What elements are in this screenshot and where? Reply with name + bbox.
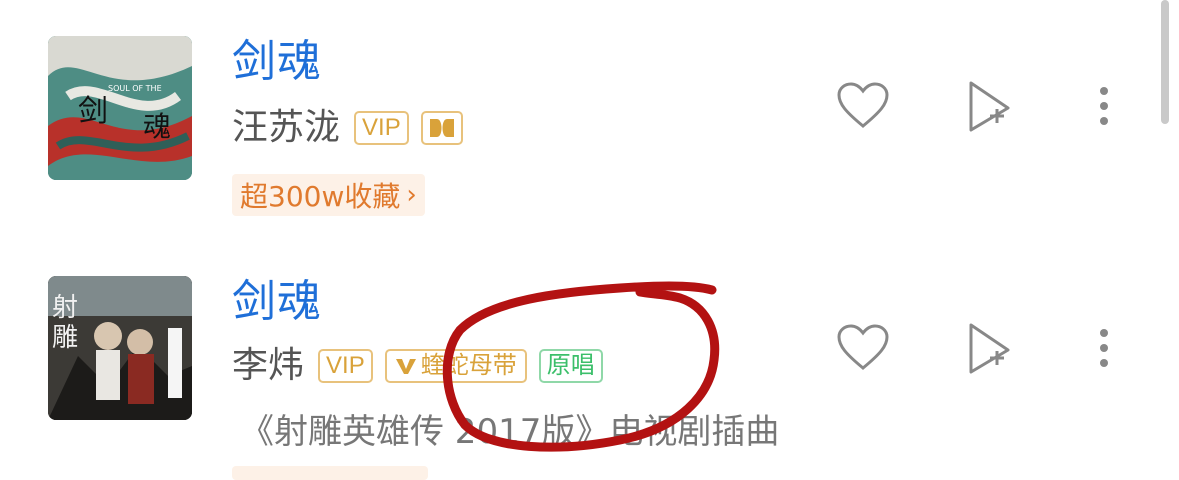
song-meta: 汪苏泷 VIP [232,106,475,150]
chevron-right-icon: › [406,180,417,210]
favorites-tag[interactable]: 超300w收藏 › [232,174,425,216]
dolby-icon [420,111,463,145]
viper-v-icon [395,359,416,374]
more-vertical-icon[interactable] [1096,86,1112,130]
vip-badge: VIP [318,349,373,383]
viper-master-badge: 蝰蛇母带 [384,349,527,383]
vip-badge: VIP [354,111,409,145]
song-row-1[interactable]: 剑 魂 SOUL OF THE 剑魂 汪苏泷 VIP 超300w收藏 › [0,0,1179,230]
svg-text:SOUL OF THE: SOUL OF THE [108,84,162,93]
cover-text: 剑 [78,94,108,129]
heart-icon[interactable] [836,82,890,130]
original-singer-badge: 原唱 [538,349,603,383]
album-cover-art: 剑 魂 SOUL OF THE [48,36,192,180]
album-cover[interactable]: 剑 魂 SOUL OF THE [48,36,192,180]
heart-icon[interactable] [836,324,890,372]
artist-name[interactable]: 汪苏泷 [232,110,340,146]
song-meta: 李炜 VIP 蝰蛇母带 原唱 [232,344,615,388]
song-title[interactable]: 剑魂 [232,280,322,324]
album-cover[interactable]: 射 雕 [48,276,192,420]
song-row-2[interactable]: 射 雕 剑魂 李炜 VIP 蝰蛇母带 原唱 《射雕英雄传 2017版》电视剧插曲 [0,240,1179,480]
artist-name[interactable]: 李炜 [232,348,304,384]
song-title[interactable]: 剑魂 [232,40,322,84]
add-to-playlist-icon[interactable] [968,322,1012,376]
svg-text:雕: 雕 [52,323,78,353]
song-description: 《射雕英雄传 2017版》电视剧插曲 [240,412,780,452]
add-to-playlist-icon[interactable] [968,80,1012,134]
album-cover-art: 射 雕 [48,276,192,420]
scrollbar[interactable] [1161,0,1169,124]
more-vertical-icon[interactable] [1096,328,1112,372]
svg-text:魂: 魂 [143,110,171,143]
svg-text:射: 射 [52,293,78,323]
